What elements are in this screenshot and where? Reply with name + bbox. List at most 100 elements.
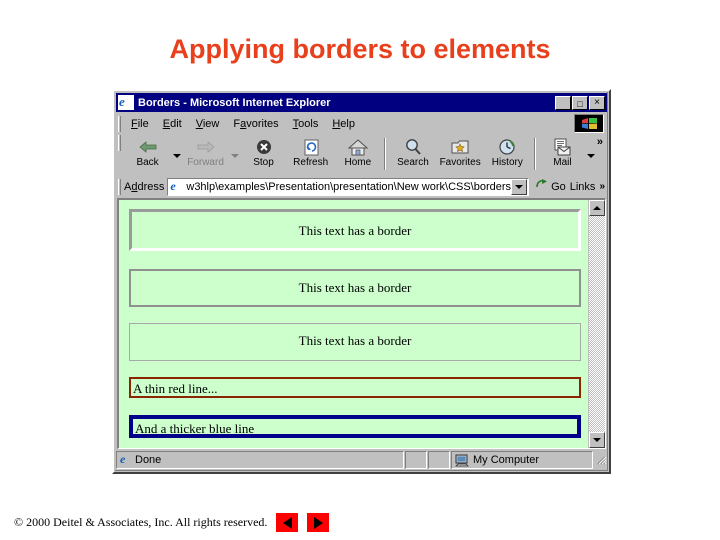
address-drag-handle[interactable] xyxy=(118,178,121,195)
menu-bar: File Edit View Favorites Tools Help xyxy=(116,113,607,134)
scroll-down-button[interactable] xyxy=(589,432,605,448)
menu-item-favorites[interactable]: Favorites xyxy=(226,116,285,132)
toolbar-label-refresh: Refresh xyxy=(293,157,329,168)
chevron-down-icon xyxy=(172,154,181,158)
bordered-box-5-text: And a thicker blue line xyxy=(135,421,255,436)
document-viewport: This text has a border This text has a b… xyxy=(117,198,606,449)
mail-dropdown-button[interactable] xyxy=(586,135,597,173)
windows-flag-logo-icon xyxy=(574,114,604,133)
toolbar-label-search: Search xyxy=(397,157,429,168)
maximize-button[interactable]: □ xyxy=(572,95,588,110)
browser-window: e Borders - Microsoft Internet Explorer … xyxy=(112,89,611,474)
vertical-scrollbar[interactable] xyxy=(588,200,605,448)
next-slide-button[interactable] xyxy=(307,513,330,532)
minimize-icon: _ xyxy=(559,98,567,111)
scroll-up-button[interactable] xyxy=(589,200,605,216)
address-label: Address xyxy=(124,180,165,193)
toolbar-button-home[interactable]: Home xyxy=(334,135,381,173)
toolbar-label-home: Home xyxy=(344,157,372,168)
toolbar-button-refresh[interactable]: Refresh xyxy=(287,135,334,173)
bordered-box-1: This text has a border xyxy=(129,209,581,251)
stop-icon xyxy=(253,137,275,157)
status-panel-spacer-1 xyxy=(405,451,427,469)
address-dropdown-button[interactable] xyxy=(511,178,528,195)
toolbar-button-search[interactable]: Search xyxy=(389,135,436,173)
toolbar-button-back[interactable]: Back xyxy=(124,135,171,173)
links-label: Links xyxy=(569,180,596,193)
scroll-up-arrow-icon xyxy=(593,206,601,210)
browser-title-text: Borders - Microsoft Internet Explorer xyxy=(138,96,331,109)
close-button[interactable]: × xyxy=(589,95,605,110)
toolbar-label-stop: Stop xyxy=(253,157,274,168)
toolbar-overflow-chevron-icon[interactable]: » xyxy=(597,137,603,148)
toolbar-button-forward[interactable]: Forward xyxy=(182,135,229,173)
web-page-content: This text has a border This text has a b… xyxy=(119,200,588,448)
refresh-icon xyxy=(300,137,322,157)
page-title: Applying borders to elements xyxy=(169,34,551,64)
toolbar-button-stop[interactable]: Stop xyxy=(240,135,287,173)
menu-item-file[interactable]: File xyxy=(124,116,156,132)
search-icon xyxy=(402,137,424,157)
menu-drag-handle[interactable] xyxy=(118,115,121,132)
address-input[interactable]: e w3hlp\examples\Presentation\presentati… xyxy=(167,177,530,196)
status-message-panel: e Done xyxy=(116,451,404,469)
security-zone-panel: My Computer xyxy=(451,451,593,469)
bordered-box-2-text: This text has a border xyxy=(298,280,412,295)
go-label: Go xyxy=(551,180,566,193)
forward-dropdown-button[interactable] xyxy=(229,135,240,173)
toolbar-label-favorites: Favorites xyxy=(439,157,481,168)
favorites-star-icon xyxy=(449,137,471,157)
toolbar-separator xyxy=(384,138,387,170)
menu-item-edit[interactable]: Edit xyxy=(156,116,189,132)
toolbar-button-history[interactable]: History xyxy=(484,135,531,173)
status-panel-spacer-2 xyxy=(428,451,450,469)
ie-page-icon: e xyxy=(170,178,176,193)
address-bar: Address e w3hlp\examples\Presentation\pr… xyxy=(116,176,607,197)
history-clock-icon xyxy=(496,137,518,157)
toolbar-separator xyxy=(533,138,536,170)
back-dropdown-button[interactable] xyxy=(171,135,182,173)
bordered-box-3: This text has a border xyxy=(129,323,581,361)
home-icon xyxy=(347,137,369,157)
browser-titlebar: e Borders - Microsoft Internet Explorer … xyxy=(116,93,607,112)
triangle-left-icon xyxy=(282,516,292,529)
window-controls: _ □ × xyxy=(554,95,605,111)
scroll-down-arrow-icon xyxy=(593,438,601,442)
copyright-text: © 2000 Deitel & Associates, Inc. All rig… xyxy=(14,515,268,529)
chevron-down-icon xyxy=(587,154,596,158)
status-message: Done xyxy=(135,454,162,466)
toolbar-button-favorites[interactable]: Favorites xyxy=(437,135,484,173)
toolbar-label-mail: Mail xyxy=(553,157,572,168)
previous-slide-button[interactable] xyxy=(276,513,299,532)
bordered-box-1-text: This text has a border xyxy=(298,223,412,238)
toolbar-label-back: Back xyxy=(136,157,159,168)
resize-grip[interactable] xyxy=(593,451,607,469)
toolbar-button-mail[interactable]: Mail xyxy=(539,135,586,173)
menu-item-help[interactable]: Help xyxy=(325,116,362,132)
bordered-box-4-red: A thin red line... xyxy=(129,377,581,398)
my-computer-icon xyxy=(455,454,469,467)
chevron-down-icon xyxy=(515,184,524,189)
menu-item-tools[interactable]: Tools xyxy=(286,116,326,132)
menu-item-view[interactable]: View xyxy=(189,116,227,132)
bordered-box-3-text: This text has a border xyxy=(298,333,412,348)
ie-page-icon: e xyxy=(120,451,126,466)
toolbar-label-forward: Forward xyxy=(187,157,224,168)
security-zone-label: My Computer xyxy=(473,454,540,466)
links-button[interactable]: Links » xyxy=(570,181,605,193)
chevron-down-icon xyxy=(230,154,239,158)
minimize-button[interactable]: _ xyxy=(555,95,571,111)
slide-footer: © 2000 Deitel & Associates, Inc. All rig… xyxy=(14,513,330,532)
go-button[interactable]: Go xyxy=(535,178,566,196)
maximize-icon: □ xyxy=(577,98,583,109)
forward-arrow-icon xyxy=(195,137,217,157)
status-bar: e Done My Computer xyxy=(116,450,607,470)
triangle-right-icon xyxy=(313,516,323,529)
address-value: w3hlp\examples\Presentation\presentation… xyxy=(186,180,512,193)
mail-icon xyxy=(551,137,573,157)
go-arrow-icon xyxy=(535,178,549,196)
toolbar-drag-handle[interactable] xyxy=(118,135,121,151)
bordered-box-4-text: A thin red line... xyxy=(133,381,218,396)
bordered-box-5-blue: And a thicker blue line xyxy=(129,415,581,438)
toolbar-label-history: History xyxy=(491,157,523,168)
